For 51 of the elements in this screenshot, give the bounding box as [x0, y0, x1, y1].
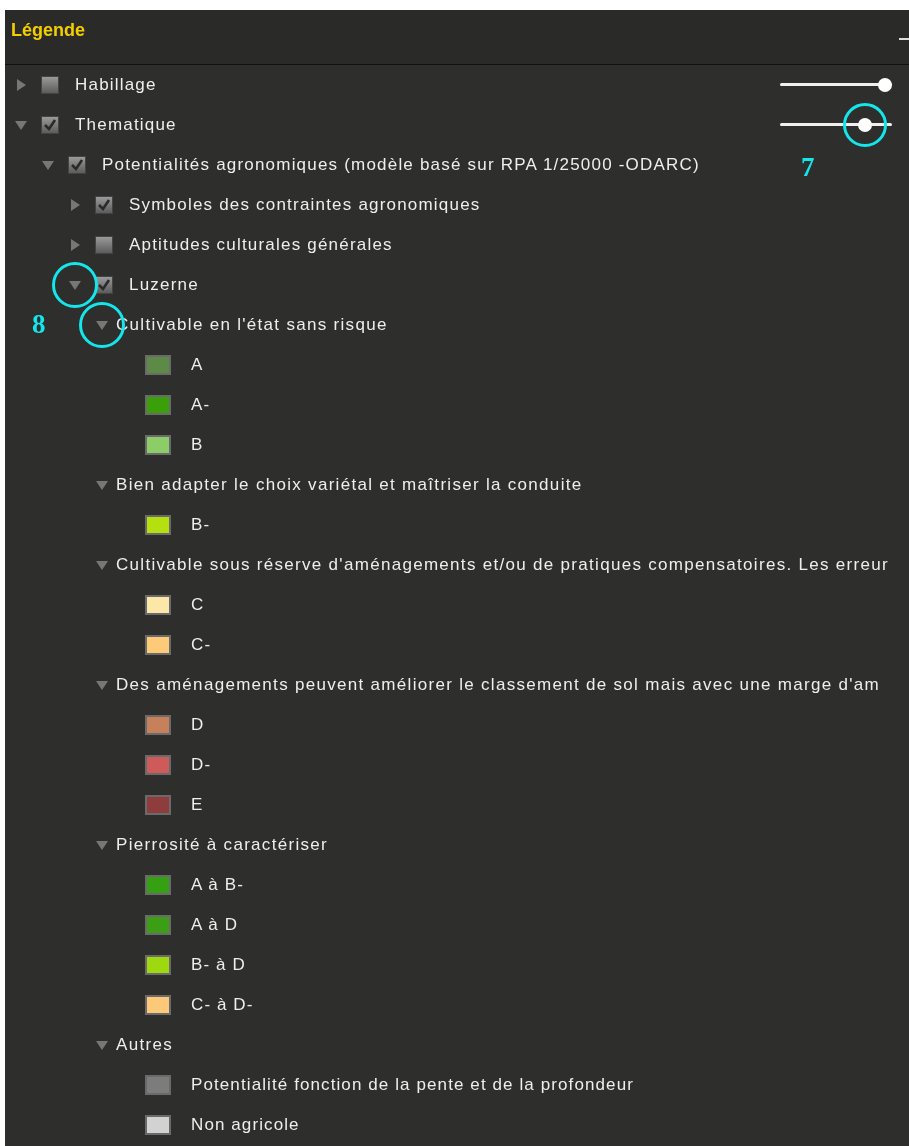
group-heading: Bien adapter le choix variétal et maîtriser la conduite — [116, 475, 583, 495]
caret-right-icon[interactable] — [68, 198, 82, 212]
class-label: A à D — [191, 915, 239, 935]
checkbox[interactable] — [41, 76, 59, 94]
caret-down-icon[interactable] — [95, 678, 109, 692]
opacity-slider[interactable] — [780, 78, 892, 92]
class-label: Potentialité fonction de la pente et de la profondeur — [191, 1075, 634, 1095]
caret-right-icon[interactable] — [14, 78, 28, 92]
layer-name: Symboles des contraintes agronomiques — [129, 195, 481, 215]
class-label: C — [191, 595, 205, 615]
group-heading: Des aménagements peuvent améliorer le classement de sol mais avec une marge d'am — [116, 675, 880, 695]
caret-right-icon[interactable] — [68, 238, 82, 252]
class-label: A- — [191, 395, 211, 415]
checkbox[interactable] — [41, 116, 59, 134]
layer-name: Aptitudes culturales générales — [129, 235, 393, 255]
caret-down-icon[interactable] — [95, 558, 109, 572]
class-label: A — [191, 355, 204, 375]
caret-down-icon[interactable] — [41, 158, 55, 172]
caret-down-icon[interactable] — [68, 278, 82, 292]
callout-number: 8 — [32, 309, 46, 340]
caret-down-icon[interactable] — [95, 478, 109, 492]
panel-title: Légende — [11, 20, 85, 41]
group-heading: Autres — [116, 1035, 173, 1055]
checkbox[interactable] — [95, 196, 113, 214]
slider-thumb[interactable] — [858, 118, 873, 132]
caret-down-icon[interactable] — [95, 838, 109, 852]
layer-name: Thematique — [75, 115, 177, 135]
class-label: B- — [191, 515, 211, 535]
layer-name: Luzerne — [129, 275, 199, 295]
class-label: D- — [191, 755, 212, 775]
layer-name: Potentialités agronomiques (modèle basé sur RPA 1/25000 -ODARC) — [102, 155, 700, 175]
class-label: Non agricole — [191, 1115, 300, 1135]
class-label: D — [191, 715, 205, 735]
highlight-circle — [843, 103, 888, 147]
class-label: C- à D- — [191, 995, 254, 1015]
class-label: E — [191, 795, 204, 815]
opacity-slider[interactable] — [780, 118, 892, 132]
slider-thumb[interactable] — [878, 78, 892, 92]
group-heading: Cultivable sous réserve d'aménagements et/ou de pratiques compensatoires. Les erreur — [116, 555, 889, 575]
caret-down-icon[interactable] — [14, 118, 28, 132]
class-label: C- — [191, 635, 212, 655]
checkbox[interactable] — [95, 236, 113, 254]
caret-down-icon[interactable] — [95, 1038, 109, 1052]
caret-down-icon[interactable] — [95, 318, 109, 332]
callout-number: 7 — [801, 152, 815, 183]
checkbox[interactable] — [68, 156, 86, 174]
class-label: A à B- — [191, 875, 244, 895]
class-label: B- à D — [191, 955, 246, 975]
group-heading: Pierrosité à caractériser — [116, 835, 328, 855]
layer-name: Habillage — [75, 75, 157, 95]
class-label: B — [191, 435, 204, 455]
